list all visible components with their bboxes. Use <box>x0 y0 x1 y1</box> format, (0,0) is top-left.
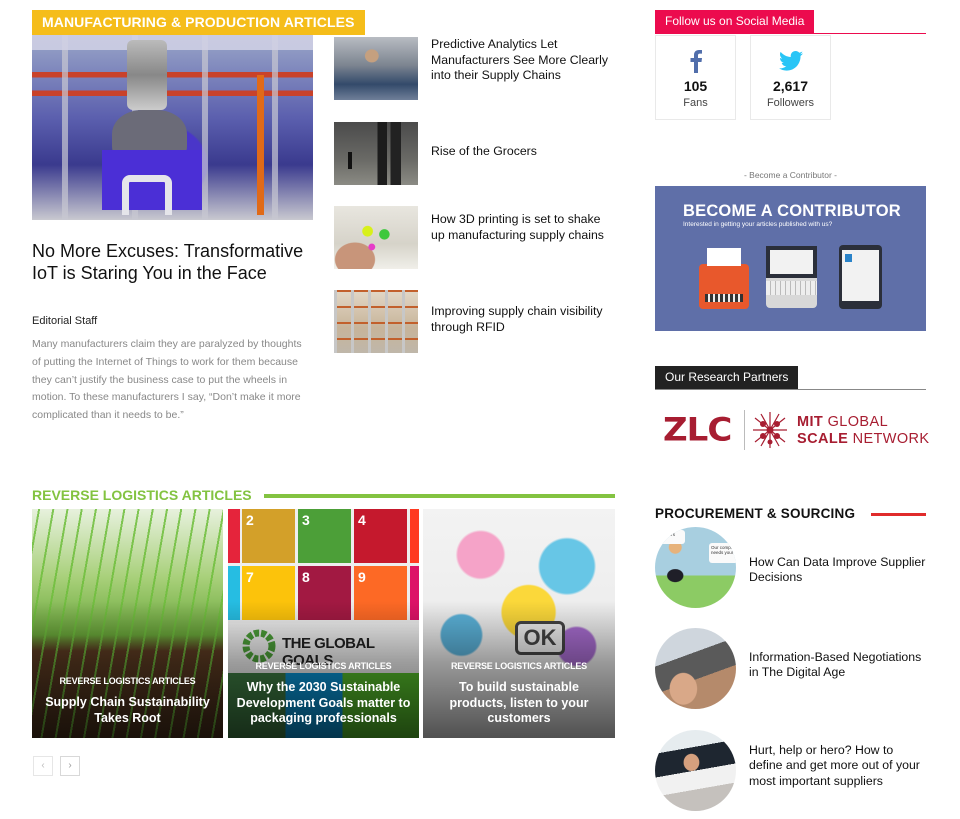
mit-network-logo-icon[interactable] <box>751 410 789 450</box>
sdg-tile <box>228 509 240 563</box>
article-title[interactable]: Predictive Analytics Let Manufacturers S… <box>431 37 611 84</box>
logo-divider <box>744 410 745 450</box>
contributor-banner-title: BECOME A CONTRIBUTOR <box>683 202 901 220</box>
sdg-tile <box>410 509 419 563</box>
mit-text-bold: MIT <box>797 414 824 430</box>
pipe-graphic <box>122 175 172 215</box>
sdg-tile-number: 9 <box>358 569 366 585</box>
list-item[interactable]: Rise of the Grocers <box>334 122 619 186</box>
featured-article-title[interactable]: No More Excuses: Transformative IoT is S… <box>32 241 312 284</box>
article-title[interactable]: Hurt, help or hero? How to define and ge… <box>749 743 929 789</box>
article-title[interactable]: How 3D printing is set to shake up manuf… <box>431 212 611 243</box>
twitter-follower-count: 2,617 <box>772 78 809 94</box>
facebook-counter[interactable]: 105 Fans <box>655 35 736 120</box>
typewriter-icon <box>699 248 749 309</box>
partners-header-divider <box>655 389 926 390</box>
machine-graphic <box>127 40 167 110</box>
twitter-icon <box>751 46 830 76</box>
become-contributor-banner[interactable]: BECOME A CONTRIBUTOR Interested in getti… <box>655 186 926 331</box>
card-title[interactable]: Supply Chain Sustainability Takes Root <box>38 695 217 726</box>
manufacturing-section-header[interactable]: MANUFACTURING & PRODUCTION ARTICLES <box>32 10 365 35</box>
sdg-tile-number: 2 <box>246 512 254 528</box>
article-title[interactable]: How Can Data Improve Supplier Decisions <box>749 555 929 586</box>
mit-text-rest: GLOBAL <box>823 414 889 430</box>
sdg-tile-number: 3 <box>302 512 310 528</box>
card-category[interactable]: REVERSE LOGISTICS ARTICLES <box>228 661 419 671</box>
contributor-label: - Become a Contributor - <box>743 170 838 180</box>
prev-page-button[interactable]: ‹ <box>33 756 53 776</box>
scale-text-rest: NETWORK <box>848 431 930 447</box>
article-thumbnail[interactable] <box>334 206 418 269</box>
sdg-tile-number: 8 <box>302 569 310 585</box>
card-category[interactable]: REVERSE LOGISTICS ARTICLES <box>423 661 615 671</box>
featured-article-excerpt: Many manufacturers claim they are paraly… <box>32 338 302 422</box>
partners-section-header: Our Research Partners <box>655 366 799 389</box>
speech-bubble: suppliers <box>655 530 685 544</box>
facebook-fan-label: Fans <box>683 97 708 109</box>
tablet-icon <box>839 245 882 309</box>
speech-bubble: Our company needs your <box>709 543 736 563</box>
orange-pipe-graphic <box>257 75 264 215</box>
scale-text-bold: SCALE <box>797 431 849 447</box>
social-header-divider <box>655 33 926 34</box>
featured-article-image[interactable] <box>32 35 313 220</box>
twitter-follower-label: Followers <box>766 97 815 109</box>
article-thumbnail[interactable] <box>334 290 418 353</box>
sdg-tile: 4 <box>354 509 407 563</box>
reverse-logistics-card[interactable]: OK REVERSE LOGISTICS ARTICLES To build s… <box>423 509 615 738</box>
article-thumbnail[interactable] <box>334 37 418 100</box>
list-item[interactable]: Predictive Analytics Let Manufacturers S… <box>334 37 619 101</box>
list-item[interactable]: Improving supply chain visibility throug… <box>334 290 619 354</box>
procurement-section-header[interactable]: PROCUREMENT & SOURCING <box>655 506 855 521</box>
sdg-tile-number: 7 <box>246 569 254 585</box>
list-item[interactable]: How 3D printing is set to shake up manuf… <box>334 206 619 270</box>
article-title[interactable]: Rise of the Grocers <box>431 144 611 160</box>
procurement-divider <box>871 513 926 516</box>
facebook-fan-count: 105 <box>683 78 708 94</box>
article-thumbnail[interactable] <box>655 628 736 709</box>
facebook-icon <box>656 46 735 76</box>
sdg-tile: 3 <box>298 509 351 563</box>
twitter-counter[interactable]: 2,617 Followers <box>750 35 831 120</box>
article-thumbnail[interactable]: suppliers Our company needs your <box>655 527 736 608</box>
article-title[interactable]: Improving supply chain visibility throug… <box>431 304 611 335</box>
mit-global-scale-network-logo[interactable]: MIT GLOBAL SCALE NETWORK <box>797 414 930 448</box>
card-title[interactable]: To build sustainable products, listen to… <box>429 680 609 727</box>
laptop-keyboard-icon <box>766 278 817 308</box>
article-title[interactable]: Information-Based Negotiations in The Di… <box>749 650 929 681</box>
next-page-button[interactable]: › <box>60 756 80 776</box>
laptop-icon <box>766 246 817 278</box>
card-category[interactable]: REVERSE LOGISTICS ARTICLES <box>32 676 223 686</box>
article-thumbnail[interactable] <box>334 122 418 185</box>
zlc-logo[interactable]: ZLC <box>663 413 732 447</box>
reverse-logistics-card[interactable]: REVERSE LOGISTICS ARTICLES Supply Chain … <box>32 509 223 738</box>
social-section-header: Follow us on Social Media <box>655 10 815 33</box>
card-title[interactable]: Why the 2030 Sustainable Development Goa… <box>234 680 413 727</box>
contributor-banner-subtitle: Interested in getting your articles publ… <box>683 221 833 228</box>
reverse-logistics-card[interactable]: 2 3 4 7 8 9 THE GLOBAL GOALS REVERSE LOG… <box>228 509 419 738</box>
featured-article-author[interactable]: Editorial Staff <box>32 315 97 327</box>
sdg-tile: 2 <box>242 509 295 563</box>
reverse-logistics-section-header[interactable]: REVERSE LOGISTICS ARTICLES <box>32 487 252 503</box>
sdg-tile-number: 4 <box>358 512 366 528</box>
article-thumbnail[interactable] <box>655 730 736 811</box>
reverse-logistics-divider <box>264 494 615 498</box>
